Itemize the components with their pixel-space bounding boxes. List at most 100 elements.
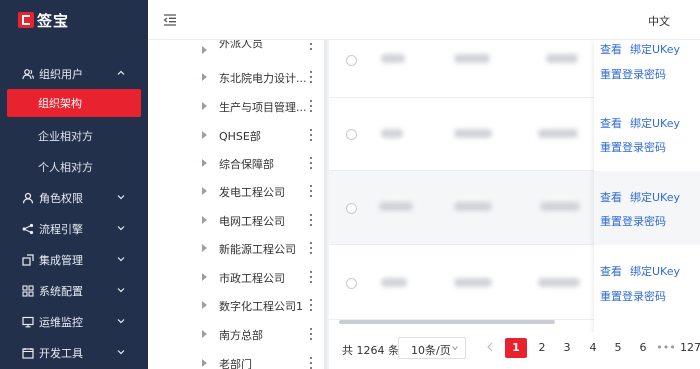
redacted-phone	[546, 54, 578, 63]
tree-node[interactable]: 数字化工程公司1	[148, 295, 327, 315]
page-button-5[interactable]: 5	[607, 338, 629, 358]
caret-right-icon[interactable]	[202, 102, 207, 110]
page-button-last[interactable]: 127	[680, 338, 700, 358]
tree-node[interactable]: 南方总部	[148, 324, 327, 344]
caret-right-icon[interactable]	[202, 330, 207, 338]
caret-right-icon[interactable]	[202, 159, 207, 167]
tree-node[interactable]: 电网工程公司	[148, 210, 327, 230]
tree-node[interactable]: 新能源工程公司	[148, 238, 327, 258]
actions-column: 查看 绑定UKey 重置登录密码 查看 绑定UKey 重置登录密码 查看 绑定U…	[594, 40, 700, 369]
more-vertical-icon[interactable]	[308, 128, 314, 142]
caret-right-icon[interactable]	[202, 244, 207, 252]
row-radio[interactable]	[346, 55, 357, 66]
row-radio[interactable]	[346, 129, 357, 140]
logo[interactable]: E 签宝	[0, 0, 148, 40]
tree-node[interactable]: 市政工程公司	[148, 267, 327, 287]
flow-icon	[22, 223, 34, 235]
caret-right-icon[interactable]	[202, 301, 207, 309]
bind-ukey-link[interactable]: 绑定UKey	[630, 263, 680, 279]
more-vertical-icon[interactable]	[308, 298, 314, 312]
tree-node-label: 发电工程公司	[219, 186, 285, 199]
sidebar-item-label: 角色权限	[39, 191, 83, 205]
reset-password-link[interactable]: 重置登录密码	[600, 213, 666, 229]
sidebar-item-roles[interactable]: 角色权限	[0, 182, 148, 213]
caret-right-icon[interactable]	[202, 359, 207, 367]
sidebar-item-personal-counterparty[interactable]: 个人相对方	[0, 151, 148, 182]
sidebar-item-integration[interactable]: 集成管理	[0, 244, 148, 275]
tree-node-label: 东北院电力设计...	[219, 72, 307, 85]
view-link[interactable]: 查看	[600, 41, 622, 57]
tree-node[interactable]: 综合保障部	[148, 153, 327, 173]
language-switch[interactable]: 中文	[648, 13, 670, 29]
tree-node-label: 南方总部	[219, 329, 263, 342]
row-radio[interactable]	[346, 278, 357, 289]
caret-right-icon[interactable]	[202, 187, 207, 195]
reset-password-link[interactable]: 重置登录密码	[600, 139, 666, 155]
page-button-1[interactable]: 1	[505, 338, 527, 358]
bind-ukey-link[interactable]: 绑定UKey	[630, 41, 680, 57]
chevron-left-icon[interactable]	[486, 342, 494, 352]
more-vertical-icon[interactable]	[308, 40, 314, 51]
tree-node-label: QHSE部	[219, 130, 261, 143]
more-vertical-icon[interactable]	[308, 213, 314, 227]
more-vertical-icon[interactable]	[308, 270, 314, 284]
caret-right-icon[interactable]	[202, 46, 207, 54]
tree-node[interactable]: 发电工程公司	[148, 181, 327, 201]
sidebar-item-system-config[interactable]: 系统配置	[0, 275, 148, 306]
sidebar-item-org-structure[interactable]: 组织架构	[7, 89, 141, 117]
tree-node[interactable]: 外派人员	[148, 40, 327, 60]
page-ellipsis[interactable]: •••	[655, 338, 677, 358]
redacted-account	[454, 202, 492, 211]
more-vertical-icon[interactable]	[308, 70, 314, 84]
redacted-account	[454, 54, 490, 63]
bind-ukey-link[interactable]: 绑定UKey	[630, 189, 680, 205]
row-highlight	[594, 171, 700, 245]
sidebar-item-ops-monitor[interactable]: 运维监控	[0, 306, 148, 337]
tree-node[interactable]: 东北院电力设计...	[148, 67, 327, 87]
tree-node[interactable]: QHSE部	[148, 125, 327, 145]
redacted-phone	[538, 129, 578, 138]
tree-node[interactable]: 生产与项目管理...	[148, 96, 327, 116]
row-radio[interactable]	[346, 203, 357, 214]
more-vertical-icon[interactable]	[308, 327, 314, 341]
sidebar-item-dev-tools[interactable]: 开发工具	[0, 337, 148, 368]
sidebar-item-org-users[interactable]: 组织用户	[0, 58, 148, 89]
page-button-6[interactable]: 6	[632, 338, 654, 358]
sidebar-menu: 组织用户 组织架构 企业相对方 个人相对方 角色权限 流程引擎 集成管理 系统配…	[0, 58, 148, 368]
total-count: 共 1264 条	[342, 344, 399, 357]
caret-right-icon[interactable]	[202, 131, 207, 139]
view-link[interactable]: 查看	[600, 115, 622, 131]
sidebar-item-flow-engine[interactable]: 流程引擎	[0, 213, 148, 244]
more-vertical-icon[interactable]	[308, 184, 314, 198]
view-link[interactable]: 查看	[600, 263, 622, 279]
redacted-phone	[538, 278, 580, 287]
caret-right-icon[interactable]	[202, 73, 207, 81]
tree-scrollbar[interactable]	[324, 40, 327, 369]
table-horizontal-scrollbar[interactable]	[339, 320, 555, 324]
tree-node[interactable]: 老部门	[148, 353, 327, 369]
sidebar-item-enterprise-counterparty[interactable]: 企业相对方	[0, 120, 148, 151]
chevron-down-icon	[117, 195, 125, 200]
reset-password-link[interactable]: 重置登录密码	[600, 288, 666, 304]
menu-fold-icon[interactable]	[163, 13, 177, 27]
caret-right-icon[interactable]	[202, 216, 207, 224]
more-vertical-icon[interactable]	[308, 156, 314, 170]
chevron-down-icon	[117, 257, 125, 262]
bind-ukey-link[interactable]: 绑定UKey	[630, 115, 680, 131]
page-button-4[interactable]: 4	[582, 338, 604, 358]
org-tree: 外派人员 东北院电力设计... 生产与项目管理... QHSE部 综合保障部 发…	[148, 40, 327, 369]
dev-tool-icon	[22, 347, 34, 359]
sidebar-item-label: 运维监控	[39, 315, 83, 329]
more-vertical-icon[interactable]	[308, 99, 314, 113]
more-vertical-icon[interactable]	[308, 356, 314, 369]
more-vertical-icon[interactable]	[308, 241, 314, 255]
view-link[interactable]: 查看	[600, 189, 622, 205]
chevron-down-icon	[117, 288, 125, 293]
chevron-down-icon	[117, 319, 125, 324]
reset-password-link[interactable]: 重置登录密码	[600, 66, 666, 82]
page-button-3[interactable]: 3	[556, 338, 578, 358]
sidebar-item-label: 集成管理	[39, 253, 83, 267]
caret-right-icon[interactable]	[202, 273, 207, 281]
page-size-select[interactable]: 10条/页	[398, 337, 466, 359]
page-button-2[interactable]: 2	[531, 338, 553, 358]
